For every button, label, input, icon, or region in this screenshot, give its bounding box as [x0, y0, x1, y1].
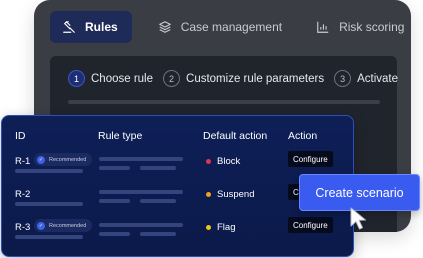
placeholder-line	[15, 202, 83, 206]
column-header-default-action: Default action	[203, 130, 268, 142]
default-action-cell: Suspend	[206, 189, 255, 200]
rule-id: R-3	[15, 222, 31, 233]
step-choose-rule[interactable]: 1 Choose rule	[68, 70, 153, 87]
placeholder-line	[99, 166, 130, 170]
check-icon: ✓	[37, 155, 45, 164]
column-header-action: Action	[288, 130, 318, 142]
tab-case-management-label: Case management	[180, 20, 283, 34]
placeholder-line	[15, 235, 83, 239]
bar-chart-icon	[317, 21, 329, 33]
stepper: 1 Choose rule 2 Customize rule parameter…	[68, 70, 398, 87]
placeholder-line	[99, 190, 183, 194]
step-number: 2	[163, 70, 181, 87]
tab-risk-scoring-label: Risk scoring	[339, 20, 405, 34]
step-number: 3	[334, 70, 352, 87]
placeholder-line	[15, 169, 83, 173]
badge-label: Recommended	[49, 222, 87, 229]
badge-label: Recommended	[49, 156, 87, 163]
recommended-badge: ✓ Recommended	[34, 153, 93, 166]
placeholder-line	[99, 199, 130, 203]
configure-button[interactable]: Configure	[288, 217, 333, 233]
default-action-label: Block	[217, 156, 241, 167]
column-header-id: ID	[15, 130, 26, 142]
step-label: Activate	[357, 72, 398, 85]
default-action-cell: Flag	[206, 222, 235, 233]
rule-id: R-2	[15, 189, 31, 200]
nav-tabs: Rules Case management Risk scoring	[50, 11, 404, 43]
mouse-pointer-icon	[350, 207, 366, 230]
step-label: Choose rule	[91, 72, 154, 85]
placeholder-line	[140, 166, 176, 170]
placeholder-line	[140, 199, 176, 203]
step-activate[interactable]: 3 Activate	[334, 70, 398, 87]
layers-icon	[158, 21, 171, 33]
placeholder-line	[99, 232, 130, 236]
default-action-label: Flag	[217, 222, 236, 233]
step-number: 1	[68, 70, 85, 87]
placeholder-line	[68, 100, 380, 104]
tab-rules-label: Rules	[85, 20, 118, 34]
tab-risk-scoring[interactable]: Risk scoring	[302, 11, 418, 43]
column-header-rule-type: Rule type	[98, 130, 143, 142]
placeholder-line	[99, 223, 183, 227]
rule-id: R-1	[15, 156, 31, 167]
default-action-label: Suspend	[217, 189, 255, 200]
table-row[interactable]: R-3 ✓ Recommended Flag Configure	[2, 217, 353, 256]
status-dot	[206, 225, 211, 230]
placeholder-line	[140, 232, 176, 236]
check-icon: ✓	[37, 221, 45, 230]
recommended-badge: ✓ Recommended	[34, 219, 93, 232]
tab-rules[interactable]: Rules	[50, 11, 132, 43]
status-dot	[206, 192, 211, 197]
configure-button[interactable]: Configure	[288, 151, 333, 167]
tab-case-management[interactable]: Case management	[144, 11, 296, 43]
rules-icon	[63, 21, 75, 33]
status-dot	[206, 159, 211, 164]
step-label: Customize rule parameters	[186, 72, 325, 85]
step-customize-rule-parameters[interactable]: 2 Customize rule parameters	[163, 70, 324, 87]
placeholder-line	[99, 157, 183, 161]
default-action-cell: Block	[206, 156, 240, 167]
